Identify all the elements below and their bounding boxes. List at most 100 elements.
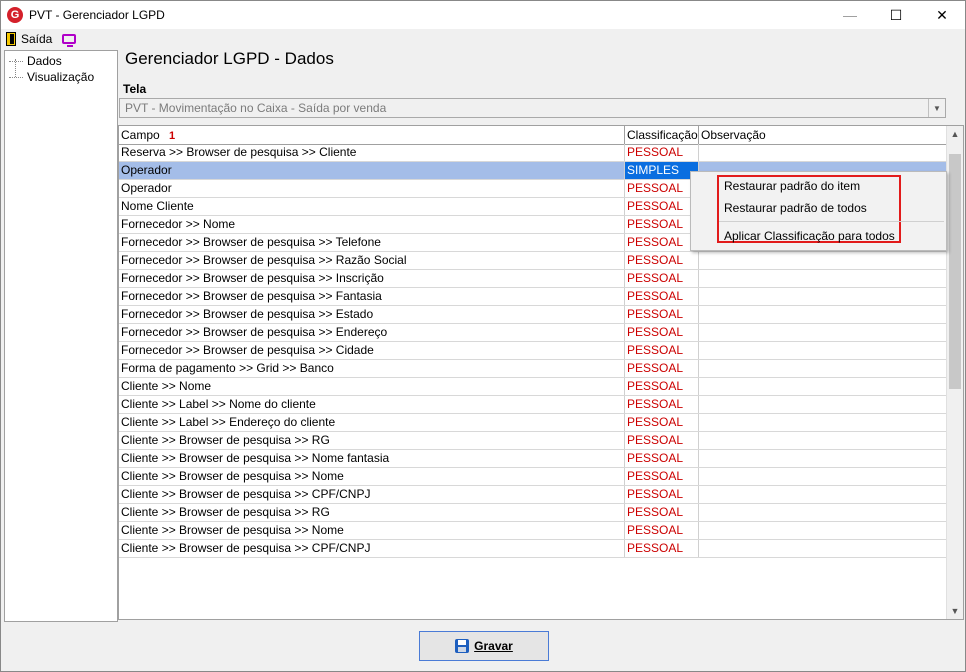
cell-campo[interactable]: Operador	[119, 162, 625, 179]
minimize-icon[interactable]: —	[827, 1, 873, 29]
cell-observacao[interactable]	[699, 306, 947, 323]
cell-observacao[interactable]	[699, 324, 947, 341]
cell-campo[interactable]: Fornecedor >> Browser de pesquisa >> End…	[119, 324, 625, 341]
tree-item-dados[interactable]: Dados	[9, 53, 62, 69]
cell-classificacao[interactable]: PESSOAL	[625, 540, 699, 557]
cell-classificacao[interactable]: PESSOAL	[625, 252, 699, 269]
cell-observacao[interactable]	[699, 342, 947, 359]
cell-observacao[interactable]	[699, 144, 947, 161]
cell-campo[interactable]: Reserva >> Browser de pesquisa >> Client…	[119, 144, 625, 161]
table-row[interactable]: Cliente >> Browser de pesquisa >> CPF/CN…	[119, 540, 947, 558]
table-row[interactable]: Fornecedor >> Browser de pesquisa >> Fan…	[119, 288, 947, 306]
table-row[interactable]: Fornecedor >> Browser de pesquisa >> Raz…	[119, 252, 947, 270]
cell-observacao[interactable]	[699, 486, 947, 503]
cell-campo[interactable]: Fornecedor >> Browser de pesquisa >> Tel…	[119, 234, 625, 251]
table-row[interactable]: Fornecedor >> Browser de pesquisa >> Cid…	[119, 342, 947, 360]
cell-campo[interactable]: Cliente >> Label >> Nome do cliente	[119, 396, 625, 413]
cell-observacao[interactable]	[699, 252, 947, 269]
column-header-observacao[interactable]: Observação	[699, 126, 947, 144]
tela-dropdown[interactable]: PVT - Movimentação no Caixa - Saída por …	[119, 98, 946, 118]
exit-menu-item[interactable]: Saída	[21, 32, 52, 46]
cell-observacao[interactable]	[699, 360, 947, 377]
table-row[interactable]: Cliente >> Label >> Nome do cliente PESSO…	[119, 396, 947, 414]
table-row[interactable]: Fornecedor >> Browser de pesquisa >> End…	[119, 324, 947, 342]
cell-classificacao[interactable]: PESSOAL	[625, 468, 699, 485]
apply-classification-all-menu-item[interactable]: Aplicar Classificação para todos	[724, 226, 895, 246]
cell-campo[interactable]: Cliente >> Browser de pesquisa >> Nome f…	[119, 450, 625, 467]
table-row[interactable]: Fornecedor >> Browser de pesquisa >> Est…	[119, 306, 947, 324]
restore-item-default-menu-item[interactable]: Restaurar padrão do item	[724, 176, 860, 196]
cell-classificacao[interactable]: PESSOAL	[625, 306, 699, 323]
cell-classificacao[interactable]: PESSOAL	[625, 180, 699, 197]
cell-classificacao[interactable]: PESSOAL	[625, 342, 699, 359]
cell-classificacao[interactable]: PESSOAL	[625, 378, 699, 395]
cell-classificacao[interactable]: PESSOAL	[625, 396, 699, 413]
exit-door-icon[interactable]	[6, 32, 16, 46]
vertical-scrollbar[interactable]: ▲ ▼	[946, 126, 963, 619]
cell-classificacao[interactable]: PESSOAL	[625, 288, 699, 305]
cell-campo[interactable]: Fornecedor >> Browser de pesquisa >> Fan…	[119, 288, 625, 305]
cell-campo[interactable]: Fornecedor >> Browser de pesquisa >> Raz…	[119, 252, 625, 269]
table-row[interactable]: Fornecedor >> Browser de pesquisa >> Ins…	[119, 270, 947, 288]
cell-observacao[interactable]	[699, 414, 947, 431]
table-row[interactable]: Cliente >> Browser de pesquisa >> Nome PE…	[119, 468, 947, 486]
monitor-icon[interactable]	[62, 34, 77, 47]
cell-classificacao[interactable]: PESSOAL	[625, 144, 699, 161]
table-row[interactable]: Reserva >> Browser de pesquisa >> Client…	[119, 144, 947, 162]
cell-observacao[interactable]	[699, 270, 947, 287]
save-button[interactable]: Gravar	[419, 631, 549, 661]
cell-classificacao[interactable]: PESSOAL	[625, 234, 699, 251]
cell-classificacao[interactable]: PESSOAL	[625, 324, 699, 341]
cell-classificacao[interactable]: PESSOAL	[625, 414, 699, 431]
cell-classificacao[interactable]: PESSOAL	[625, 432, 699, 449]
table-row[interactable]: Cliente >> Label >> Endereço do cliente P…	[119, 414, 947, 432]
title-bar[interactable]: G PVT - Gerenciador LGPD — ☐ ✕	[1, 1, 965, 29]
scrollbar-thumb[interactable]	[949, 154, 961, 389]
table-row[interactable]: Cliente >> Browser de pesquisa >> Nome PE…	[119, 522, 947, 540]
cell-observacao[interactable]	[699, 288, 947, 305]
cell-campo[interactable]: Fornecedor >> Browser de pesquisa >> Est…	[119, 306, 625, 323]
maximize-icon[interactable]: ☐	[873, 1, 919, 29]
cell-observacao[interactable]	[699, 432, 947, 449]
cell-campo[interactable]: Cliente >> Browser de pesquisa >> Nome	[119, 468, 625, 485]
cell-classificacao[interactable]: SIMPLES	[625, 162, 699, 179]
table-row[interactable]: Cliente >> Browser de pesquisa >> RG PESS…	[119, 504, 947, 522]
cell-campo[interactable]: Fornecedor >> Browser de pesquisa >> Cid…	[119, 342, 625, 359]
cell-campo[interactable]: Fornecedor >> Browser de pesquisa >> Ins…	[119, 270, 625, 287]
cell-classificacao[interactable]: PESSOAL	[625, 270, 699, 287]
cell-campo[interactable]: Cliente >> Browser de pesquisa >> Nome	[119, 522, 625, 539]
cell-observacao[interactable]	[699, 378, 947, 395]
cell-classificacao[interactable]: PESSOAL	[625, 522, 699, 539]
cell-observacao[interactable]	[699, 468, 947, 485]
chevron-down-icon[interactable]: ▼	[928, 99, 945, 117]
cell-campo[interactable]: Cliente >> Browser de pesquisa >> CPF/CN…	[119, 486, 625, 503]
column-header-classificacao[interactable]: Classificação	[625, 126, 699, 144]
cell-classificacao[interactable]: PESSOAL	[625, 504, 699, 521]
cell-observacao[interactable]	[699, 522, 947, 539]
cell-observacao[interactable]	[699, 540, 947, 557]
cell-campo[interactable]: Cliente >> Browser de pesquisa >> RG	[119, 432, 625, 449]
close-icon[interactable]: ✕	[919, 1, 965, 29]
cell-observacao[interactable]	[699, 504, 947, 521]
cell-campo[interactable]: Nome Cliente	[119, 198, 625, 215]
cell-campo[interactable]: Fornecedor >> Nome	[119, 216, 625, 233]
table-row[interactable]: Cliente >> Browser de pesquisa >> CPF/CN…	[119, 486, 947, 504]
cell-campo[interactable]: Cliente >> Browser de pesquisa >> CPF/CN…	[119, 540, 625, 557]
cell-classificacao[interactable]: PESSOAL	[625, 216, 699, 233]
table-row[interactable]: Cliente >> Nome PESSOAL	[119, 378, 947, 396]
table-row[interactable]: Forma de pagamento >> Grid >> Banco PESSO…	[119, 360, 947, 378]
cell-classificacao[interactable]: PESSOAL	[625, 486, 699, 503]
cell-campo[interactable]: Cliente >> Nome	[119, 378, 625, 395]
column-header-campo[interactable]: Campo 1	[119, 126, 625, 144]
cell-classificacao[interactable]: PESSOAL	[625, 450, 699, 467]
cell-campo[interactable]: Cliente >> Label >> Endereço do cliente	[119, 414, 625, 431]
scroll-down-icon[interactable]: ▼	[947, 603, 963, 619]
table-row[interactable]: Cliente >> Browser de pesquisa >> RG PESS…	[119, 432, 947, 450]
cell-classificacao[interactable]: PESSOAL	[625, 360, 699, 377]
cell-observacao[interactable]	[699, 450, 947, 467]
cell-campo[interactable]: Operador	[119, 180, 625, 197]
scroll-up-icon[interactable]: ▲	[947, 126, 963, 142]
tree-item-visualizacao[interactable]: Visualização	[9, 69, 94, 85]
cell-observacao[interactable]	[699, 396, 947, 413]
cell-classificacao[interactable]: PESSOAL	[625, 198, 699, 215]
